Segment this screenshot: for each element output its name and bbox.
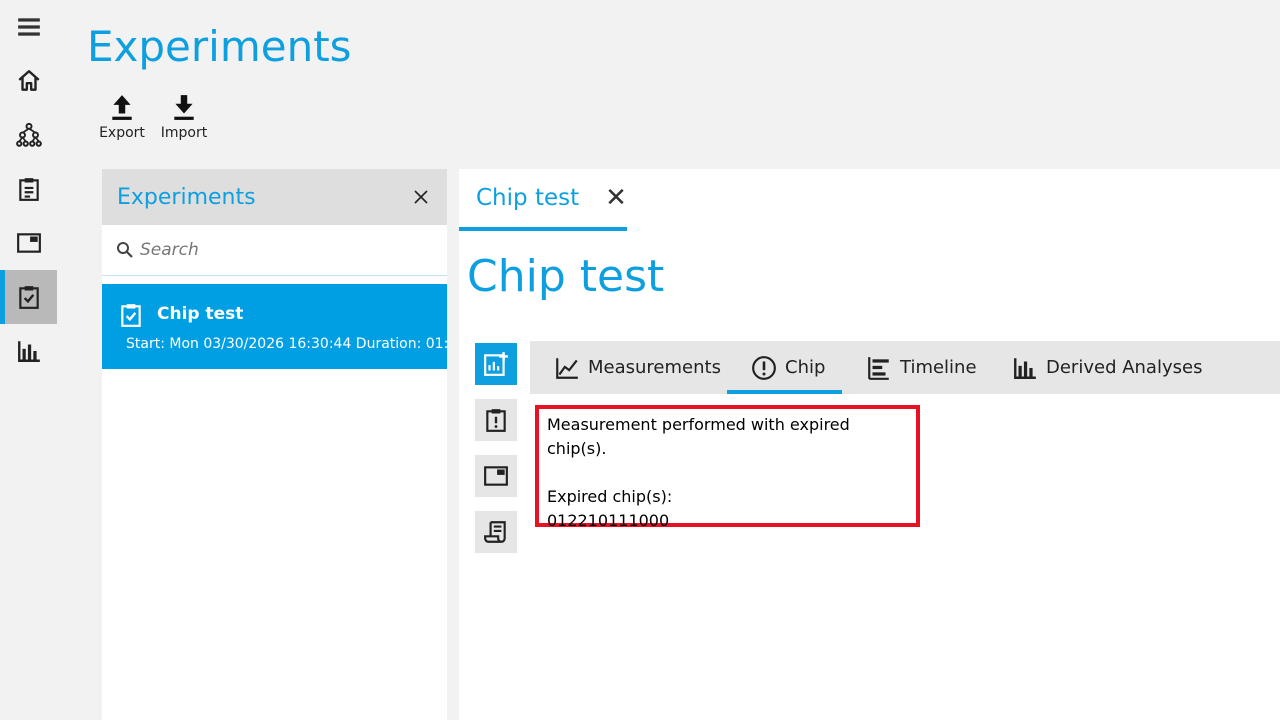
nav-sidebar bbox=[0, 0, 57, 720]
nav-analysis[interactable] bbox=[0, 324, 57, 378]
hierarchy-icon bbox=[15, 122, 42, 147]
nav-hierarchy[interactable] bbox=[0, 108, 57, 162]
main-content: Chip test ✕ Chip test Measurements Chip … bbox=[459, 169, 1280, 720]
download-icon bbox=[174, 95, 194, 120]
tab-derived-analyses[interactable]: Derived Analyses bbox=[1012, 341, 1202, 394]
list-item[interactable]: Chip test Start: Mon 03/30/2026 16:30:44… bbox=[102, 284, 447, 369]
search-input[interactable] bbox=[140, 240, 420, 260]
add-chart-icon bbox=[484, 352, 508, 376]
import-label: Import bbox=[160, 125, 208, 141]
chip-warning-message: Measurement performed with expired chip(… bbox=[535, 405, 920, 530]
clipboard-alert-icon bbox=[486, 409, 506, 432]
clipboard-check-icon bbox=[18, 286, 39, 309]
expired-chip-id: 012210111000 bbox=[547, 511, 670, 530]
warning-text: Measurement performed with expired chip(… bbox=[547, 415, 850, 458]
window-icon bbox=[16, 233, 41, 253]
close-icon[interactable] bbox=[413, 189, 429, 205]
clipboard-check-icon bbox=[121, 304, 141, 327]
bar-chart-icon bbox=[17, 341, 40, 362]
tab-timeline[interactable]: Timeline bbox=[866, 341, 977, 394]
page-title: Experiments bbox=[87, 22, 352, 71]
search-icon bbox=[117, 242, 133, 258]
tab-strip: Measurements Chip Timeline Derived Analy… bbox=[530, 341, 1280, 394]
nav-window[interactable] bbox=[0, 216, 57, 270]
tab-chip[interactable]: Chip bbox=[727, 341, 842, 394]
tab-label: Chip test bbox=[476, 185, 580, 211]
timeline-icon bbox=[868, 356, 889, 380]
experiment-name: Chip test bbox=[157, 304, 244, 324]
upload-icon bbox=[112, 95, 132, 120]
script-button[interactable] bbox=[475, 511, 517, 553]
tab-chip-test[interactable]: Chip test ✕ bbox=[459, 169, 627, 231]
experiments-panel-title: Experiments bbox=[117, 184, 256, 210]
import-button[interactable]: Import bbox=[161, 93, 207, 143]
line-chart-icon bbox=[556, 357, 578, 379]
export-label: Export bbox=[99, 125, 145, 141]
expired-chips-label: Expired chip(s): bbox=[547, 487, 673, 506]
experiments-panel-header: Experiments bbox=[102, 169, 447, 225]
experiment-meta: Start: Mon 03/30/2026 16:30:44 Duration:… bbox=[126, 336, 447, 352]
menu-button[interactable] bbox=[0, 0, 57, 54]
nav-clipboard[interactable] bbox=[0, 162, 57, 216]
window-icon bbox=[484, 466, 508, 486]
nav-home[interactable] bbox=[0, 54, 57, 108]
bar-chart-icon bbox=[1014, 357, 1036, 379]
alert-circle-icon bbox=[752, 355, 776, 380]
tab-label: Chip bbox=[785, 357, 826, 378]
export-button[interactable]: Export bbox=[99, 93, 145, 143]
add-chart-button[interactable] bbox=[475, 343, 517, 385]
hamburger-menu-icon bbox=[17, 18, 40, 36]
tab-label: Measurements bbox=[588, 357, 721, 378]
experiment-title: Chip test bbox=[467, 251, 665, 302]
tab-measurements[interactable]: Measurements bbox=[554, 341, 721, 394]
clipboard-alert-button[interactable] bbox=[475, 399, 517, 441]
experiments-panel: Experiments Chip test Start: Mon 03/30/2… bbox=[102, 169, 447, 720]
tab-label: Timeline bbox=[900, 357, 977, 378]
clipboard-icon bbox=[18, 178, 39, 201]
home-icon bbox=[17, 70, 40, 91]
close-tab-icon[interactable]: ✕ bbox=[605, 183, 627, 213]
script-icon bbox=[484, 521, 506, 543]
nav-experiments[interactable] bbox=[0, 270, 57, 324]
window-button[interactable] bbox=[475, 455, 517, 497]
search-bar bbox=[102, 225, 447, 276]
tab-label: Derived Analyses bbox=[1046, 357, 1203, 378]
